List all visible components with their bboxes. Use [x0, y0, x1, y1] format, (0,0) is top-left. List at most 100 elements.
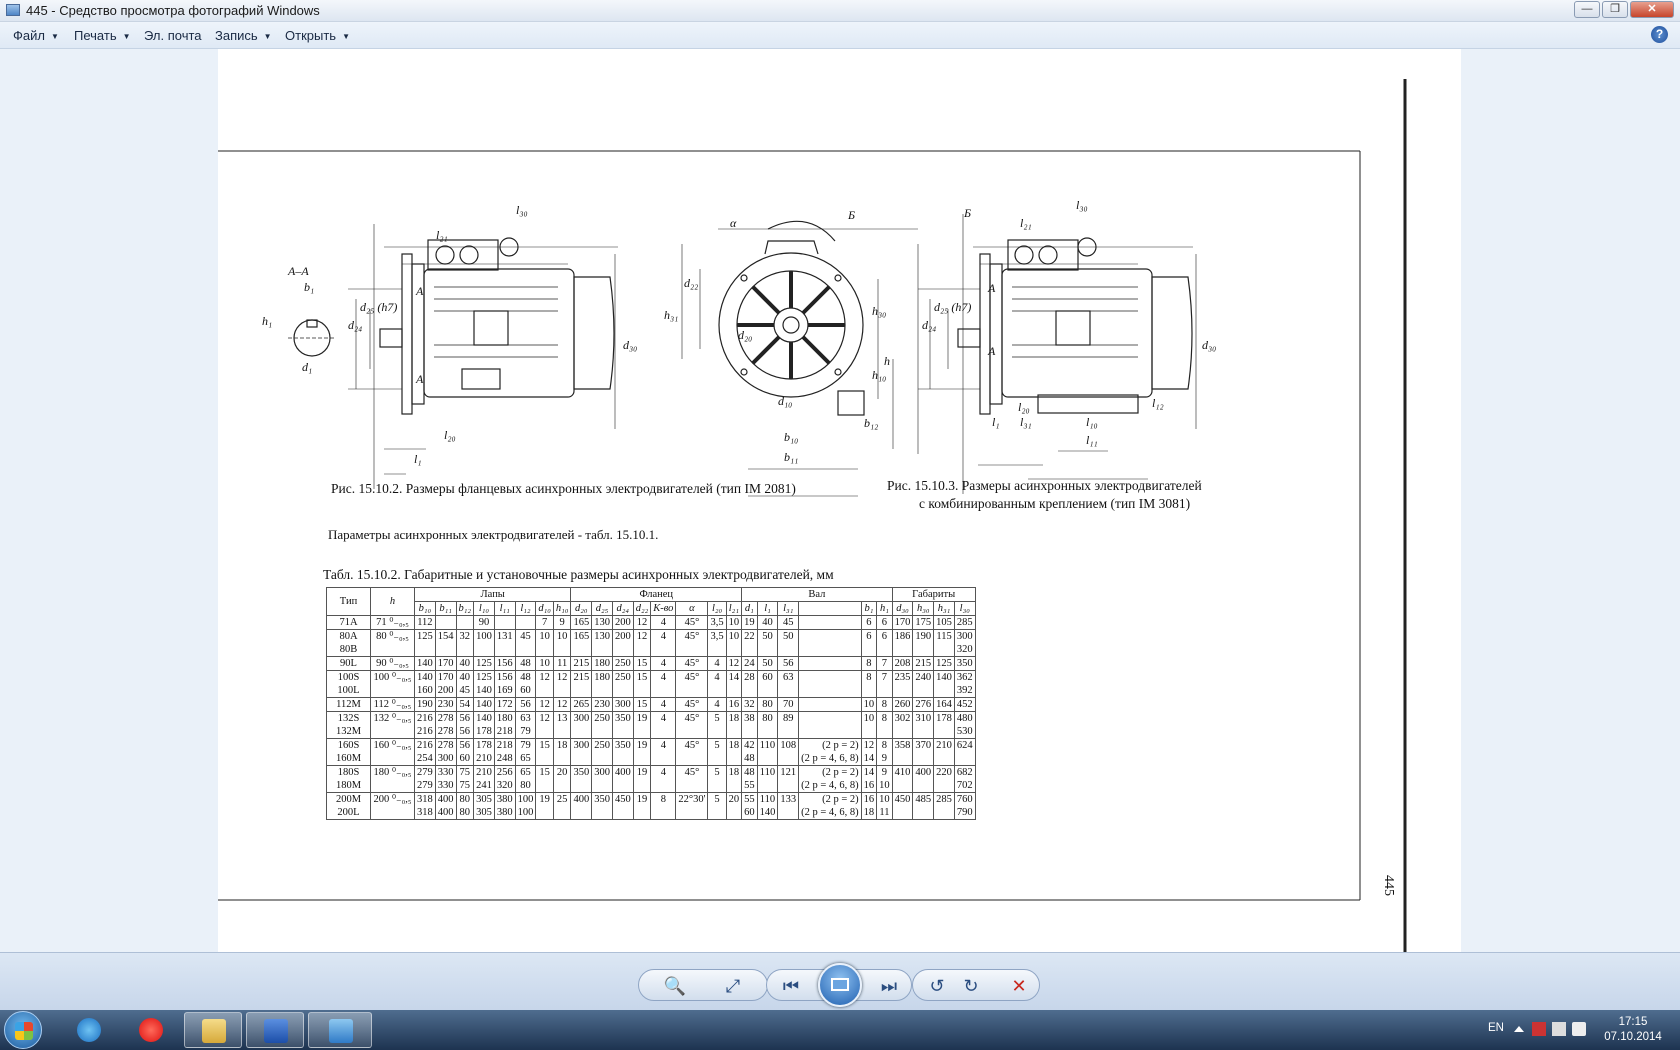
table-cell: (2 p = 2) (2 p = 4, 6, 8)	[798, 792, 862, 820]
language-indicator[interactable]: EN	[1488, 1022, 1504, 1034]
table-cell: 240	[912, 670, 935, 698]
start-button[interactable]	[4, 1011, 42, 1049]
table-cell: 350	[953, 656, 976, 671]
table-cell: 230	[591, 697, 613, 712]
menu-burn-label: Запись	[215, 28, 258, 43]
table-cell: 40	[455, 656, 475, 671]
table-cell: 45°	[675, 615, 709, 630]
table-cell: 10	[725, 615, 743, 630]
table-cell: 760 790	[953, 792, 976, 820]
table-cell: 45°	[675, 629, 709, 657]
rotate-clockwise-button[interactable]: ↻	[957, 974, 985, 998]
table-cell: 10	[552, 629, 572, 657]
table-cell: 12	[632, 615, 652, 630]
table-cell: 15	[535, 738, 554, 766]
table-cell: 19	[741, 615, 758, 630]
zoom-button[interactable]: 🔍	[661, 974, 689, 998]
clock[interactable]: 17:15 07.10.2014	[1600, 1015, 1666, 1045]
taskbar: EN 17:15 07.10.2014	[0, 1010, 1680, 1050]
viewer-toolbar: 🔍 ⤢ ⏮ ⏭ ↺ ↻ ✕	[0, 952, 1680, 1010]
table-cell: 15	[632, 697, 652, 712]
taskbar-photo-viewer[interactable]	[308, 1012, 372, 1048]
taskbar-internet-explorer[interactable]	[60, 1012, 118, 1048]
delete-button[interactable]: ✕	[1005, 974, 1033, 998]
table-cell: 410	[891, 765, 914, 793]
table-cell: 45	[514, 629, 537, 657]
table-cell: 12	[535, 711, 554, 739]
close-button[interactable]: ✕	[1630, 1, 1674, 18]
l30-label: l₃₀	[1076, 198, 1088, 212]
show-hidden-icons-icon[interactable]	[1514, 1026, 1524, 1032]
table-cell: 178 210	[473, 738, 495, 766]
previous-button[interactable]: ⏮	[777, 974, 805, 998]
sub-header-cell: d₂₂	[632, 601, 652, 616]
view-b-label: Б	[963, 206, 971, 220]
minimize-button[interactable]: —	[1574, 1, 1600, 18]
table-cell: 56 56	[455, 711, 475, 739]
sub-header-cell: α	[675, 601, 709, 616]
network-icon[interactable]	[1552, 1022, 1566, 1036]
table-cell: 4	[707, 697, 727, 712]
table-cell: 210 241	[473, 765, 495, 793]
table-cell: 180	[591, 656, 613, 671]
table-cell: 6	[876, 615, 893, 630]
table-cell: 19	[632, 765, 652, 793]
table-cell: 63 79	[514, 711, 537, 739]
table-cell: 13	[552, 711, 572, 739]
menu-file[interactable]: Файл ▼	[13, 28, 59, 43]
table-cell: 4	[650, 738, 677, 766]
sub-header-cell: h₁₀	[552, 601, 572, 616]
table-cell: 4	[650, 629, 677, 657]
help-icon[interactable]: ?	[1651, 26, 1668, 43]
table-cell: 22	[741, 629, 758, 657]
table-cell: (2 p = 2) (2 p = 4, 6, 8)	[798, 765, 862, 793]
table-cell: 279 279	[414, 765, 436, 793]
table-cell: 18	[725, 738, 743, 766]
table-cell: 110 140	[756, 792, 779, 820]
sub-header-cell: l₃₁	[777, 601, 800, 616]
volume-icon[interactable]	[1572, 1022, 1586, 1036]
table-cell: 45°	[675, 656, 709, 671]
d20-label: d₂₀	[738, 328, 752, 342]
table-cell: 5	[707, 765, 727, 793]
table-cell: 200	[611, 629, 634, 657]
menu-burn[interactable]: Запись ▼	[215, 28, 272, 43]
maximize-button[interactable]: ❐	[1602, 1, 1628, 18]
rotate-counterclockwise-button[interactable]: ↺	[923, 974, 951, 998]
table-cell: 260	[891, 697, 914, 712]
table-cell: 32	[741, 697, 758, 712]
taskbar-word[interactable]	[246, 1012, 304, 1048]
table-cell: 235	[891, 670, 914, 698]
table-cell: 20	[552, 765, 572, 793]
chevron-down-icon: ▼	[50, 32, 59, 41]
next-button[interactable]: ⏭	[875, 974, 903, 998]
menu-print[interactable]: Печать ▼	[74, 28, 131, 43]
l12-label: l₁₂	[1152, 396, 1164, 410]
table-cell: 380 380	[493, 792, 516, 820]
l31-label: l₃₁	[1020, 415, 1032, 429]
image-viewer-area[interactable]: А–А b₁ h₁ d₁ l₃₀ l₂₁ d₂₄ d₂₅ (h7) d₃₀ А …	[0, 49, 1680, 952]
l20-label: l₂₀	[444, 428, 456, 442]
table-cell	[455, 615, 475, 630]
d10-label: d₁₀	[778, 394, 792, 408]
menu-email[interactable]: Эл. почта	[144, 28, 202, 43]
table-cell: 256 320	[493, 765, 516, 793]
table-cell: 80	[756, 711, 779, 739]
scanned-page: А–А b₁ h₁ d₁ l₃₀ l₂₁ d₂₄ d₂₅ (h7) d₃₀ А …	[218, 49, 1461, 952]
taskbar-explorer[interactable]	[184, 1012, 242, 1048]
action-center-icon[interactable]	[1532, 1022, 1546, 1036]
section-arrow-a-label: А	[987, 344, 996, 358]
b10-label: b₁₀	[784, 430, 798, 444]
slideshow-button[interactable]	[818, 963, 862, 1007]
l1-label: l₁	[992, 415, 1000, 429]
taskbar-yandex-browser[interactable]	[122, 1012, 180, 1048]
table-cell: 170	[891, 615, 914, 630]
table-cell: 79 65	[514, 738, 537, 766]
table-cell: 19	[535, 792, 554, 820]
actual-size-button[interactable]: ⤢	[719, 974, 747, 998]
table-cell: 125	[933, 656, 955, 671]
table-cell: 178	[933, 711, 955, 739]
menu-open[interactable]: Открыть ▼	[285, 28, 350, 43]
table-cell: 180 ⁰₋₀,₅	[370, 765, 415, 793]
table-cell: 362 392	[953, 670, 976, 698]
